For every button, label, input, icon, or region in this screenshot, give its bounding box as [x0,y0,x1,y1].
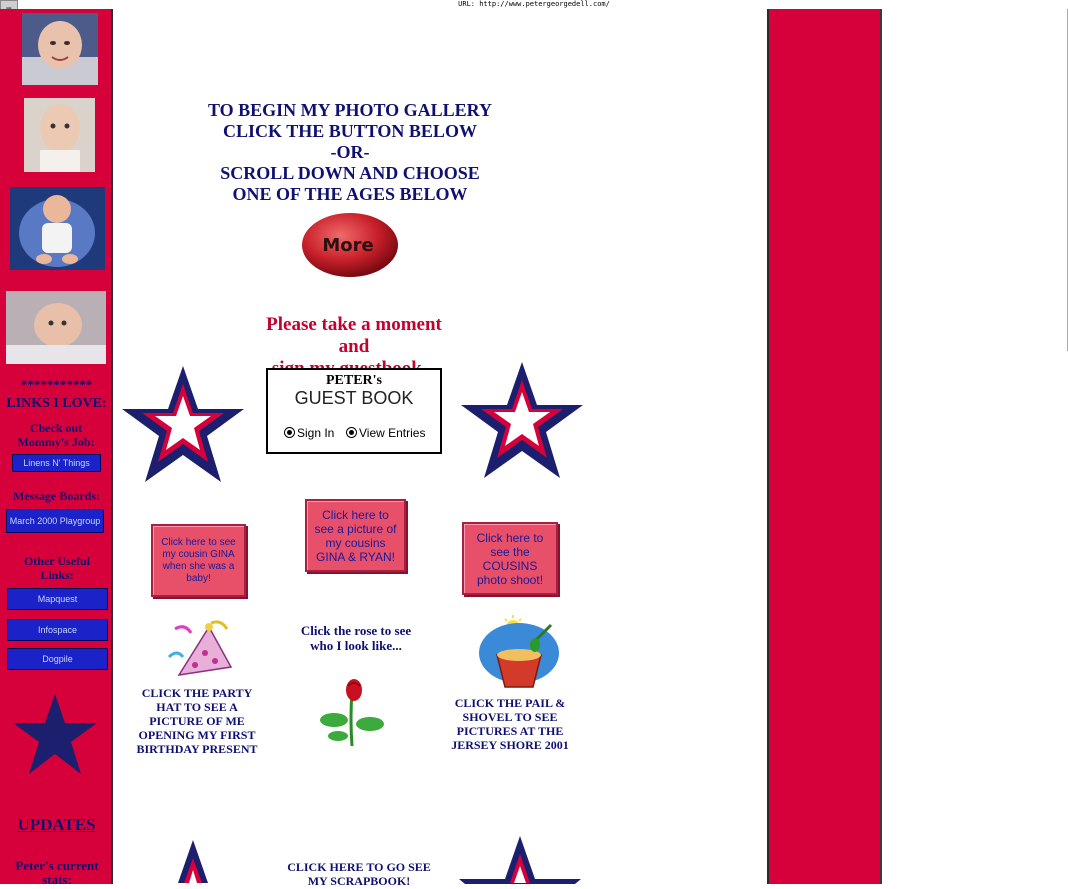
more-button-label: More [322,235,373,256]
updates-link[interactable]: UPDATES [0,815,113,835]
party-hat-icon[interactable] [165,617,237,686]
pail-shovel-icon[interactable] [475,615,561,700]
gina-ryan-button[interactable]: Click here to see a picture of my cousin… [305,499,406,572]
guestbook-subtitle: GUEST BOOK [294,388,414,408]
other-links-label: Other Useful Links: [23,554,91,582]
gallery-heading: TO BEGIN MY PHOTO GALLERY CLICK THE BUTT… [150,100,550,205]
rose-caption: Click the rose to see who I look like... [300,623,412,653]
party-hat-caption: CLICK THE PARTY HAT TO SEE A PICTURE OF … [136,686,258,756]
gina-baby-button[interactable]: Click here to see my cousin GINA when sh… [151,524,246,597]
radio-selected-icon [284,427,295,438]
links-heading: LINKS I LOVE: [6,396,107,411]
linens-link-button[interactable]: Linens N' Things [12,454,101,472]
gallery-heading-line-4: SCROLL DOWN AND CHOOSE [220,163,480,183]
radio-selected-icon [346,427,357,438]
gallery-heading-line-2: CLICK THE BUTTON BELOW [223,121,477,141]
mommy-job-label: Check out Mommy's Job: [17,421,95,449]
star-icon [457,836,583,889]
gallery-heading-line-1: TO BEGIN MY PHOTO GALLERY [207,100,493,120]
peter-stats-label: Peter's current stats: [15,858,99,887]
gina-baby-button-label: Click here to see my cousin GINA when sh… [161,536,236,584]
star-icon [13,694,97,779]
view-entries-label: View Entries [359,426,426,440]
baby-photo-1 [22,13,98,85]
gallery-heading-line-5: ONE OF THE AGES BELOW [232,184,468,204]
pail-shovel-caption: CLICK THE PAIL & SHOVEL TO SEE PICTURES … [451,696,569,752]
playgroup-link-button[interactable]: March 2000 Playgroup [6,509,104,533]
guestbook-message-line-2: and [338,336,370,357]
gallery-heading-line-3: -OR- [330,142,370,162]
guestbook-title: PETER's [325,373,382,388]
gina-ryan-button-label: Click here to see a picture of my cousin… [314,507,397,564]
infospace-link-button[interactable]: Infospace [7,619,108,641]
rose-icon[interactable] [316,678,388,753]
asterisk-divider: *********** [20,377,93,392]
baby-photo-4 [6,291,106,364]
right-decor-band [767,9,882,884]
sign-in-label: Sign In [297,426,335,440]
mapquest-link-button[interactable]: Mapquest [7,588,108,610]
guestbook-view-entries-option[interactable]: View Entries [346,426,425,440]
guestbook-message-line-1: Please take a moment [266,314,442,335]
url-bar: URL: http://www.petergeorgedell.com/ [458,0,610,8]
baby-photo-3 [10,187,105,270]
dogpile-link-button[interactable]: Dogpile [7,648,108,670]
cousins-button-label: Click here to see the COUSINS photo shoo… [476,530,544,587]
guestbook-widget[interactable]: PETER's GUEST BOOK Sign In View Entries [266,368,442,454]
star-icon [120,366,246,489]
guestbook-sign-in-option[interactable]: Sign In [284,426,334,440]
cousins-photo-shoot-button[interactable]: Click here to see the COUSINS photo shoo… [462,522,558,595]
star-icon [459,362,585,485]
star-icon [130,840,256,889]
message-boards-label: Message Boards: [13,489,100,503]
more-button[interactable]: More [301,212,399,278]
baby-photo-2 [24,98,95,172]
